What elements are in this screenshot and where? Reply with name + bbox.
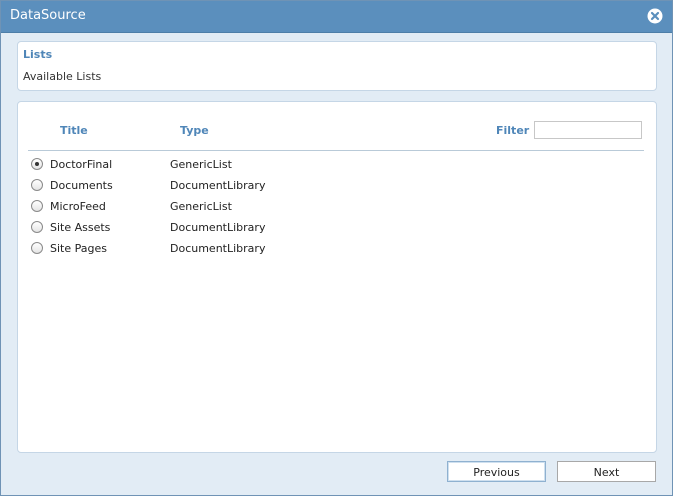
- datasource-dialog: DataSource Lists Available Lists Title T…: [0, 0, 673, 496]
- radio-unselected[interactable]: [31, 242, 43, 254]
- radio-unselected[interactable]: [31, 200, 43, 212]
- list-title: MicroFeed: [50, 200, 106, 213]
- window-title: DataSource: [10, 8, 86, 23]
- list-row-documents[interactable]: Documents DocumentLibrary: [30, 178, 430, 194]
- filter-input[interactable]: [534, 121, 642, 139]
- available-lists-label: Available Lists: [23, 70, 102, 83]
- next-button[interactable]: Next: [557, 461, 656, 482]
- list-title: Site Pages: [50, 242, 107, 255]
- radio-unselected[interactable]: [31, 179, 43, 191]
- title-bar: DataSource: [1, 1, 672, 33]
- list-title: Site Assets: [50, 221, 111, 234]
- list-row-site-pages[interactable]: Site Pages DocumentLibrary: [30, 241, 430, 257]
- radio-unselected[interactable]: [31, 221, 43, 233]
- column-header-title[interactable]: Title: [60, 124, 88, 137]
- lists-table-panel: Title Type Filter DoctorFinal GenericLis…: [17, 101, 657, 453]
- list-type: GenericList: [170, 158, 232, 171]
- list-type: GenericList: [170, 200, 232, 213]
- list-type: DocumentLibrary: [170, 179, 266, 192]
- lists-panel: Lists Available Lists: [17, 41, 657, 91]
- list-type: DocumentLibrary: [170, 221, 266, 234]
- radio-selected[interactable]: [31, 158, 43, 170]
- list-row-doctorfinal[interactable]: DoctorFinal GenericList: [30, 157, 430, 173]
- list-row-microfeed[interactable]: MicroFeed GenericList: [30, 199, 430, 215]
- filter-label: Filter: [496, 124, 530, 137]
- list-title: Documents: [50, 179, 113, 192]
- lists-heading: Lists: [23, 48, 53, 61]
- column-header-type[interactable]: Type: [180, 124, 209, 137]
- list-title: DoctorFinal: [50, 158, 113, 171]
- previous-button[interactable]: Previous: [447, 461, 546, 482]
- close-icon[interactable]: [647, 8, 663, 24]
- list-row-site-assets[interactable]: Site Assets DocumentLibrary: [30, 220, 430, 236]
- list-type: DocumentLibrary: [170, 242, 266, 255]
- header-divider: [28, 150, 644, 151]
